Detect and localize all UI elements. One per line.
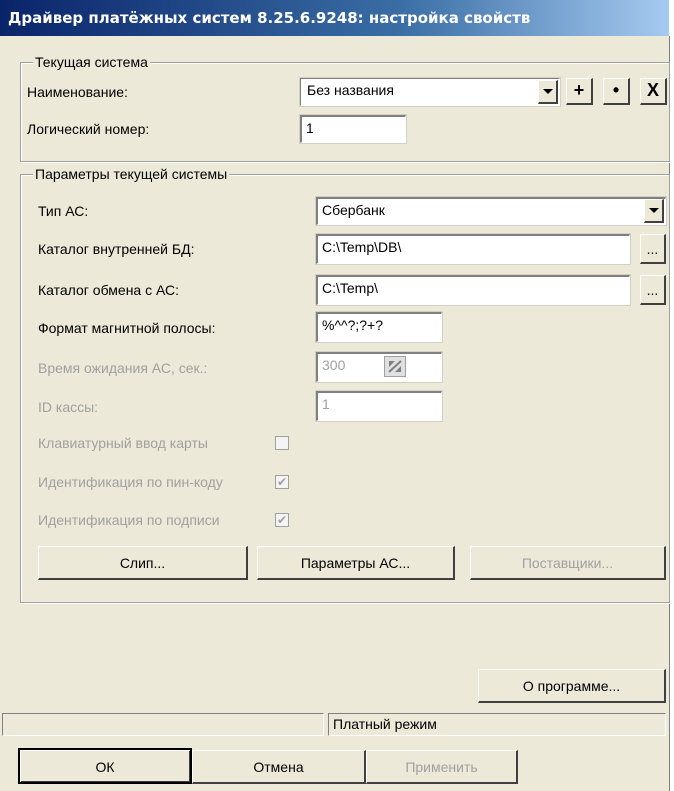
magstripe-value: %^^?;?+? xyxy=(322,317,384,333)
current-system-legend: Текущая система xyxy=(33,53,150,71)
pin-ident-checkbox[interactable]: ✔ xyxy=(275,475,289,489)
magstripe-input[interactable]: %^^?;?+? xyxy=(315,311,443,343)
cashbox-id-value: 1 xyxy=(322,396,330,412)
logical-number-value: 1 xyxy=(306,120,314,136)
db-dir-browse-button[interactable]: ... xyxy=(640,234,666,264)
name-label: Наименование: xyxy=(27,84,128,100)
exchange-dir-label: Каталог обмена с АС: xyxy=(38,282,180,298)
status-cell-left xyxy=(2,713,324,736)
delete-system-button[interactable]: X xyxy=(640,78,667,105)
suppliers-button[interactable]: Поставщики... xyxy=(470,546,666,580)
status-mode: Платный режим xyxy=(328,713,666,736)
db-dir-label: Каталог внутренней БД: xyxy=(38,241,195,257)
db-dir-value: C:\Temp\DB\ xyxy=(322,239,402,255)
settings-dialog: Текущая система Наименование: Без назван… xyxy=(0,36,670,791)
params-legend: Параметры текущей системы xyxy=(33,165,230,183)
as-type-select[interactable]: Сбербанк xyxy=(315,196,667,226)
db-dir-input[interactable]: C:\Temp\DB\ xyxy=(315,233,631,265)
as-params-button[interactable]: Параметры АС... xyxy=(257,546,455,580)
sign-ident-checkbox[interactable]: ✔ xyxy=(275,513,289,527)
pin-ident-label: Идентификация по пин-коду xyxy=(38,474,223,490)
slip-button[interactable]: Слип... xyxy=(38,546,248,580)
system-name-value: Без названия xyxy=(307,82,394,98)
timeout-label: Время ожидания АС, сек.: xyxy=(38,360,208,376)
exchange-dir-value: C:\Temp\ xyxy=(322,280,379,296)
system-name-select[interactable]: Без названия xyxy=(299,77,561,107)
as-type-dropdown-arrow[interactable] xyxy=(644,199,664,223)
as-type-value: Сбербанк xyxy=(322,202,385,218)
logical-number-input[interactable]: 1 xyxy=(299,114,407,144)
keyboard-card-label: Клавиатурный ввод карты xyxy=(38,435,208,451)
exchange-dir-input[interactable]: C:\Temp\ xyxy=(315,274,631,306)
exchange-dir-browse-button[interactable]: ... xyxy=(640,275,666,305)
add-system-button[interactable]: + xyxy=(566,78,593,105)
apply-button[interactable]: Применить xyxy=(366,750,518,784)
magstripe-label: Формат магнитной полосы: xyxy=(38,320,216,336)
logical-number-label: Логический номер: xyxy=(27,121,150,137)
timeout-input[interactable]: 300 xyxy=(315,351,443,383)
timeout-spin-icon[interactable] xyxy=(384,356,406,377)
sign-ident-label: Идентификация по подписи xyxy=(38,512,220,528)
as-type-label: Тип АС: xyxy=(38,203,89,219)
timeout-value: 300 xyxy=(322,357,346,373)
keyboard-card-checkbox[interactable] xyxy=(275,436,289,450)
about-button[interactable]: О программе... xyxy=(478,669,666,703)
cancel-button[interactable]: Отмена xyxy=(192,750,366,784)
cashbox-id-label: ID кассы: xyxy=(38,399,99,415)
current-system-group: Текущая система xyxy=(20,53,670,162)
cashbox-id-input[interactable]: 1 xyxy=(315,390,443,422)
system-name-dropdown-arrow[interactable] xyxy=(538,80,558,104)
window-title: Драйвер платёжных систем 8.25.6.9248: на… xyxy=(0,0,669,36)
dot-system-button[interactable]: • xyxy=(603,78,630,105)
ok-button[interactable]: ОК xyxy=(18,748,192,784)
